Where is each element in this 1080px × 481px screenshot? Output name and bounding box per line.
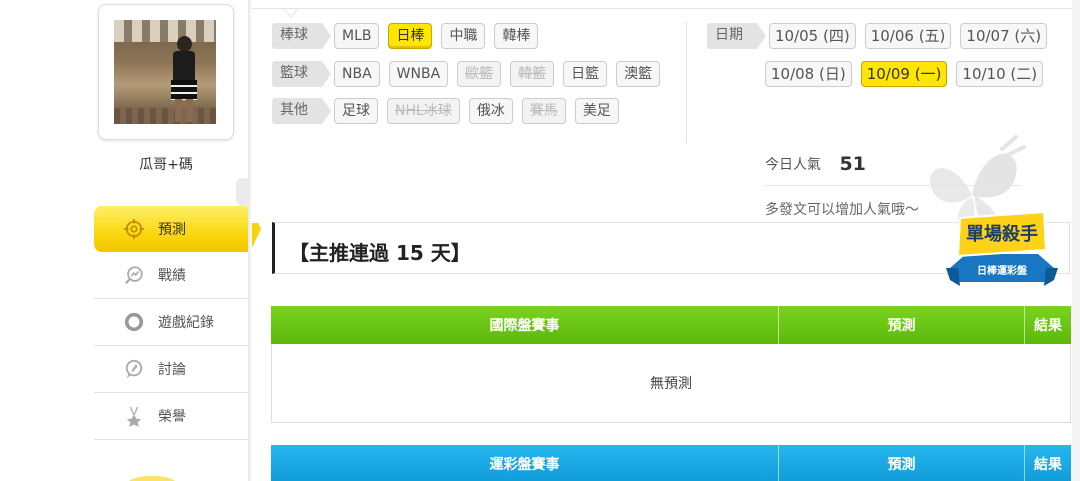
popularity-hint: 多發文可以增加人氣哦～: [765, 202, 919, 218]
sidebar-item-honor[interactable]: 榮譽: [94, 393, 250, 440]
tag-euro-basketball: 歐籃: [457, 61, 502, 87]
column-header-event: 運彩盤賽事: [271, 445, 779, 481]
tag-nhl: NHL冰球: [387, 98, 460, 124]
single-game-killer-badge: 單場殺手 日棒運彩盤: [946, 210, 1058, 286]
column-header-prediction: 預測: [779, 445, 1025, 481]
filter-row-basketball: 籃球 NBA WNBA 歐籃 韓籃 日籃 澳籃: [272, 61, 669, 87]
international-table-header: 國際盤賽事 預測 結果: [271, 306, 1071, 344]
sidebar-item-label: 預測: [158, 222, 186, 238]
sidebar-item-record[interactable]: 戰績: [94, 252, 250, 299]
discussion-icon: [124, 359, 144, 379]
sidebar-item-label: 榮譽: [158, 409, 186, 425]
sidebar-menu: 預測 戰績 遊戲紀錄 討論 榮譽: [94, 206, 261, 440]
sidebar-item-label: 戰績: [158, 268, 186, 284]
circle-icon: [124, 312, 144, 332]
tag-kbo[interactable]: 韓棒: [494, 23, 539, 49]
target-icon: [124, 219, 144, 239]
avatar[interactable]: [114, 20, 216, 124]
avatar-card[interactable]: [98, 4, 234, 140]
filter-label-baseball: 棒球: [272, 23, 331, 49]
tag-horse-racing: 賽馬: [521, 98, 566, 124]
streak-title: 【主推連過 15 天】: [289, 241, 471, 265]
date-1010[interactable]: 10/10 (二): [956, 61, 1044, 87]
main-content: 棒球 MLB 日棒 中職 韓棒 籃球 NBA WNBA 歐籃 韓籃 日籃 澳籃 …: [252, 0, 1080, 481]
sidebar-item-game-log[interactable]: 遊戲紀錄: [94, 299, 250, 346]
date-1006[interactable]: 10/06 (五): [864, 23, 952, 49]
tag-wnba[interactable]: WNBA: [388, 61, 449, 87]
sidebar: 瓜哥+碼 預測 戰績 遊戲紀錄 討論 榮譽: [0, 0, 261, 481]
date-1008[interactable]: 10/08 (日): [765, 61, 852, 87]
column-header-result: 結果: [1034, 318, 1062, 334]
lottery-table-header: 運彩盤賽事 預測 結果: [271, 445, 1071, 481]
filter-divider: [686, 21, 687, 143]
international-table-empty: 無預測: [271, 344, 1071, 423]
column-header-result: 結果: [1034, 457, 1062, 473]
filter-label-basketball: 籃球: [272, 61, 331, 87]
filter-panel: 棒球 MLB 日棒 中職 韓棒 籃球 NBA WNBA 歐籃 韓籃 日籃 澳籃 …: [252, 8, 1080, 227]
tag-mlb[interactable]: MLB: [334, 23, 380, 49]
tag-japan-basketball[interactable]: 日籃: [563, 61, 608, 87]
filter-label-other: 其他: [272, 98, 331, 124]
column-header-event: 國際盤賽事: [271, 306, 779, 344]
sidebar-item-label: 遊戲紀錄: [158, 315, 214, 331]
right-gutter: [1072, 0, 1080, 481]
filter-row-other: 其他 足球 NHL冰球 俄冰 賽馬 美足: [272, 98, 628, 124]
lottery-table: 運彩盤賽事 預測 結果: [271, 445, 1071, 481]
tag-nba[interactable]: NBA: [334, 61, 380, 87]
sidebar-item-label: 討論: [158, 362, 186, 378]
sidebar-item-predict[interactable]: 預測: [94, 206, 261, 252]
sidebar-bottom-decoration: [128, 476, 176, 481]
medal-icon: [124, 406, 144, 427]
tag-korea-basketball: 韓籃: [510, 61, 555, 87]
tag-soccer[interactable]: 足球: [334, 98, 378, 124]
tag-npb[interactable]: 日棒: [388, 23, 433, 49]
date-row-1: 日期 10/05 (四) 10/06 (五) 10/07 (六): [707, 23, 1056, 49]
date-1009[interactable]: 10/09 (一): [860, 61, 948, 87]
popularity-label: 今日人氣: [765, 157, 821, 173]
panel-notch: [284, 9, 298, 18]
popularity-divider: [765, 185, 1021, 186]
badge-subtitle: 日棒運彩盤: [977, 264, 1028, 277]
username[interactable]: 瓜哥+碼: [98, 154, 234, 174]
chart-search-icon: [124, 265, 144, 285]
tag-nfl[interactable]: 美足: [574, 98, 619, 124]
date-1007[interactable]: 10/07 (六): [960, 23, 1048, 49]
date-1005[interactable]: 10/05 (四): [769, 23, 856, 49]
page: 瓜哥+碼 預測 戰績 遊戲紀錄 討論 榮譽 棒球 MLB 日棒 中職 韓棒 籃球…: [0, 0, 1080, 481]
international-table: 國際盤賽事 預測 結果 無預測: [271, 306, 1071, 423]
tag-cpbl[interactable]: 中職: [441, 23, 486, 49]
sidebar-item-discussion[interactable]: 討論: [94, 346, 250, 393]
popularity: 今日人氣 51: [765, 153, 866, 175]
filter-row-baseball: 棒球 MLB 日棒 中職 韓棒: [272, 23, 547, 49]
column-header-prediction: 預測: [779, 306, 1025, 344]
date-label: 日期: [707, 23, 766, 49]
tag-khl[interactable]: 俄冰: [468, 98, 513, 124]
popularity-value: 51: [839, 153, 866, 175]
tag-australia-basketball[interactable]: 澳籃: [616, 61, 661, 87]
badge-title: 單場殺手: [966, 223, 1038, 245]
date-row-2: 10/08 (日) 10/09 (一) 10/10 (二): [765, 61, 1052, 87]
